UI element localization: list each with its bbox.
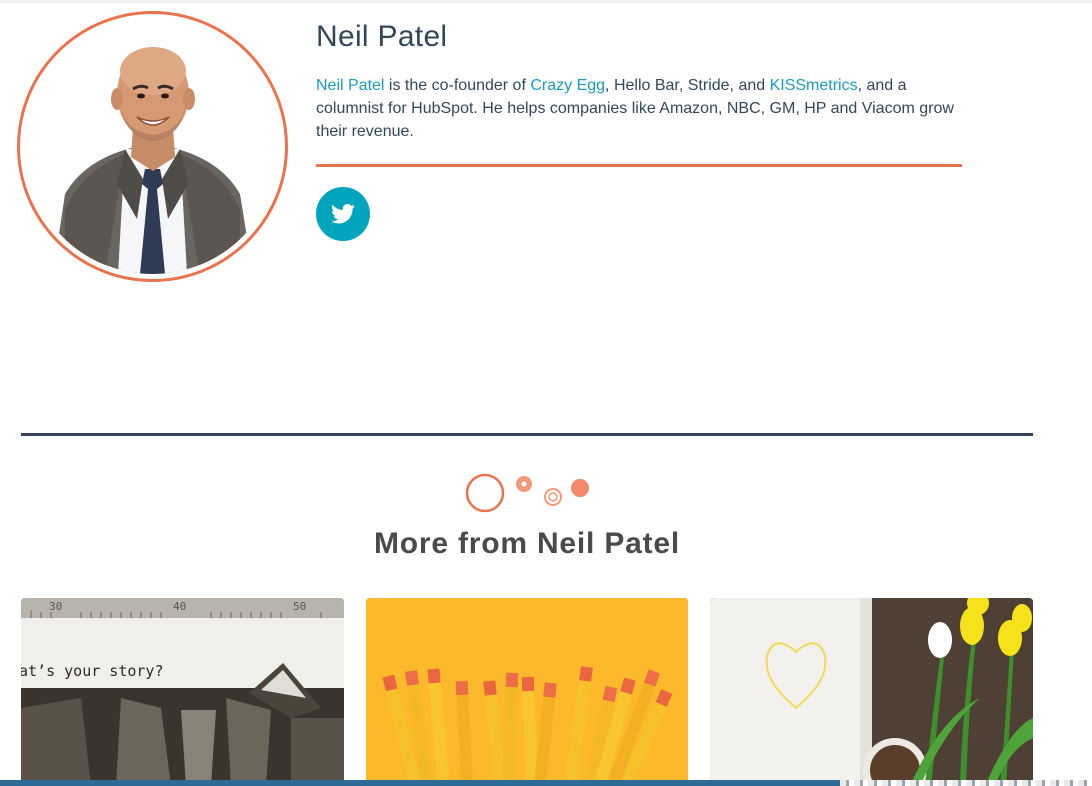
heart-notebook-tulips-image [710,598,1033,786]
typewriter-text: at’s your story? [21,662,164,680]
section-divider [21,433,1033,436]
more-from-heading: More from Neil Patel [373,527,681,560]
crazy-egg-link[interactable]: Crazy Egg [530,77,605,94]
top-border [0,0,1092,3]
twitter-icon [331,204,355,224]
bio-text-2: , Hello Bar, Stride, and [605,77,770,94]
author-name: Neil Patel [316,20,448,53]
kissmetrics-link[interactable]: KISSmetrics [770,77,858,94]
author-avatar-ring [17,11,288,282]
bottom-edge-pattern [840,780,1092,786]
bio-text-1: is the co-founder of [384,77,531,94]
article-card-3[interactable] [710,598,1033,786]
author-bio: Neil Patel is the co-founder of Crazy Eg… [316,74,956,143]
twitter-button[interactable] [316,187,370,241]
article-card-2[interactable] [366,598,688,786]
yellow-pencils-image [366,598,688,786]
author-photo [25,19,280,274]
author-divider [316,164,962,167]
article-card-1[interactable]: 30 40 50 at’s your story? [21,598,344,786]
typewriter-story-image: 30 40 50 at’s your story? [21,598,344,786]
author-avatar [25,19,280,274]
author-name-link[interactable]: Neil Patel [316,77,384,94]
decorative-dots-icon [465,473,589,513]
